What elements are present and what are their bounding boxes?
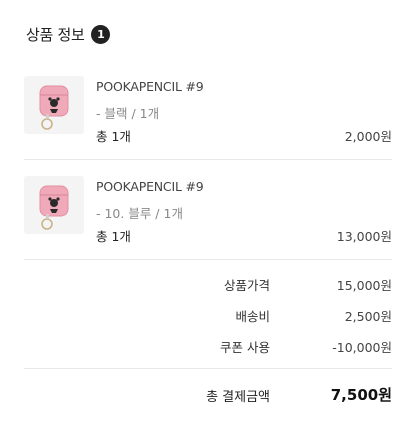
item-count-badge: 1 [91, 25, 111, 44]
order-item: POOKAPENCIL #9 - 블랙 / 1개 총 1개 2,000원 [24, 76, 392, 156]
divider [24, 159, 392, 160]
shipping-label: 배송비 [235, 309, 270, 324]
shipping-row: 배송비 2,500원 [150, 306, 392, 326]
divider [24, 368, 392, 369]
product-thumbnail[interactable] [24, 176, 84, 234]
order-items-header: 상품 정보 1 [26, 24, 111, 45]
airpods-case-icon [39, 85, 69, 130]
subtotal-row: 상품가격 15,000원 [150, 275, 392, 295]
shipping-value: 2,500원 [344, 309, 392, 324]
total-row: 총 결제금액 7,500원 [150, 384, 392, 408]
product-thumbnail[interactable] [24, 76, 84, 134]
airpods-case-icon [39, 185, 69, 230]
total-label: 총 결제금액 [206, 390, 270, 405]
subtotal-label: 상품가격 [223, 278, 270, 293]
product-quantity: 총 1개 [96, 129, 131, 144]
order-item: POOKAPENCIL #9 - 10. 블루 / 1개 총 1개 13,000… [24, 176, 392, 256]
divider [24, 259, 392, 260]
product-price: 2,000원 [344, 129, 392, 144]
subtotal-value: 15,000원 [336, 278, 392, 293]
product-option: - 블랙 / 1개 [96, 106, 160, 121]
product-name[interactable]: POOKAPENCIL #9 [96, 79, 204, 94]
coupon-label: 쿠폰 사용 [220, 340, 270, 355]
total-value: 7,500원 [330, 386, 392, 404]
coupon-row: 쿠폰 사용 -10,000원 [150, 337, 392, 357]
section-title: 상품 정보 [26, 26, 85, 44]
product-quantity: 총 1개 [96, 229, 131, 244]
product-option: - 10. 블루 / 1개 [96, 206, 183, 221]
product-price: 13,000원 [336, 229, 392, 244]
product-name[interactable]: POOKAPENCIL #9 [96, 179, 204, 194]
coupon-value: -10,000원 [332, 340, 392, 355]
